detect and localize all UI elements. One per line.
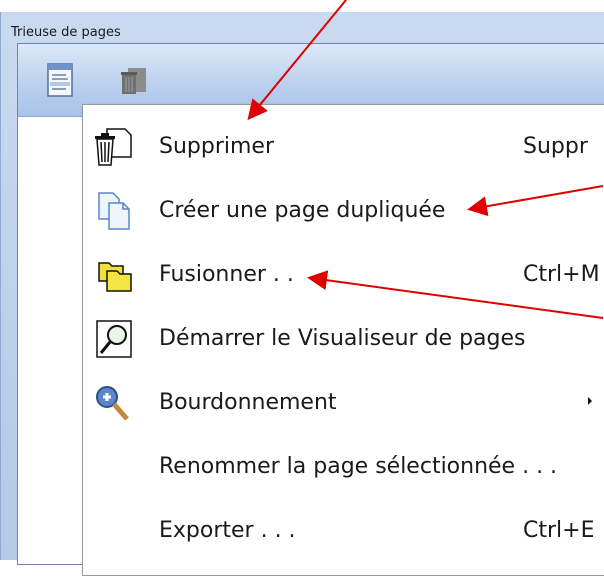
menu-item-start-page-viewer[interactable]: Démarrer le Visualiseur de pages xyxy=(83,311,604,367)
menu-item-label: Créer une page dupliquée xyxy=(159,198,446,223)
menu-item-label: Démarrer le Visualiseur de pages xyxy=(159,326,526,351)
page-sorter-icon[interactable] xyxy=(46,62,78,100)
duplicate-pages-icon xyxy=(91,191,135,231)
menu-item-label: Renommer la page sélectionnée . . . xyxy=(159,454,558,479)
folder-merge-icon xyxy=(91,255,135,295)
menu-item-shortcut: Ctrl+M xyxy=(523,262,600,287)
menu-item-merge[interactable]: Fusionner . . Ctrl+M xyxy=(83,247,604,303)
menu-item-delete[interactable]: Supprimer Suppr xyxy=(83,119,604,175)
menu-item-label: Supprimer xyxy=(159,134,275,159)
menu-item-label: Bourdonnement xyxy=(159,390,337,415)
menu-item-export[interactable]: Exporter . . . Ctrl+E xyxy=(83,503,604,559)
window-title: Trieuse de pages xyxy=(11,25,121,40)
trash-icon[interactable] xyxy=(118,62,150,100)
zoom-in-icon xyxy=(91,383,135,423)
magnifier-icon xyxy=(91,319,135,359)
menu-item-duplicate-page[interactable]: Créer une page dupliquée xyxy=(83,183,604,239)
menu-item-shortcut: Ctrl+E xyxy=(523,518,595,543)
context-menu: Supprimer Suppr Créer une page dupliquée… xyxy=(82,104,604,576)
menu-item-label: Fusionner . . xyxy=(159,262,294,287)
submenu-arrow-icon xyxy=(588,397,592,405)
menu-item-shortcut: Suppr xyxy=(523,134,588,159)
menu-item-rename-page[interactable]: Renommer la page sélectionnée . . . xyxy=(83,439,604,495)
trash-icon xyxy=(91,127,135,167)
menu-item-label: Exporter . . . xyxy=(159,518,296,543)
menu-item-zoom[interactable]: Bourdonnement xyxy=(83,375,604,431)
